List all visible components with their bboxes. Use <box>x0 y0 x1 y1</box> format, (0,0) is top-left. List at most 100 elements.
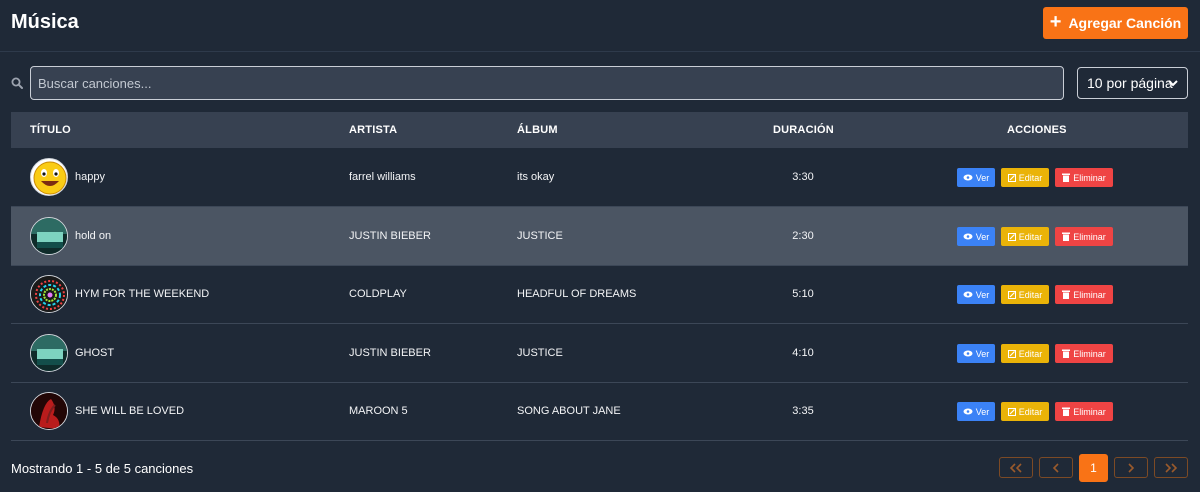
last-page-button[interactable] <box>1154 457 1188 478</box>
view-label: Ver <box>975 231 990 242</box>
song-duration: 2:30 <box>792 230 814 242</box>
table-row[interactable]: happy farrel williams its okay 3:30 Ver … <box>11 148 1188 207</box>
song-cover <box>30 392 68 430</box>
table-row[interactable]: GHOST JUSTIN BIEBER JUSTICE 4:10 Ver Edi… <box>11 324 1188 383</box>
previous-page-button[interactable] <box>1039 457 1073 478</box>
edit-label: Editar <box>1018 348 1043 359</box>
edit-icon <box>1007 407 1016 416</box>
song-artist: MAROON 5 <box>349 405 408 417</box>
search-icon <box>11 77 23 89</box>
edit-button[interactable]: Editar <box>1001 227 1049 246</box>
delete-button[interactable]: Eliminar <box>1055 227 1113 246</box>
add-song-label: Agregar Canción <box>1068 15 1182 31</box>
view-button[interactable]: Ver <box>957 168 995 187</box>
edit-button[interactable]: Editar <box>1001 344 1049 363</box>
song-cover <box>30 217 68 255</box>
song-title: HYM FOR THE WEEKEND <box>75 288 210 300</box>
search-input[interactable] <box>30 66 1064 100</box>
trash-icon <box>1062 173 1071 182</box>
song-title: happy <box>75 171 105 183</box>
song-cover <box>30 158 68 196</box>
pagination-summary: Mostrando 1 - 5 de 5 canciones <box>11 461 194 476</box>
song-album: JUSTICE <box>517 230 563 242</box>
view-button[interactable]: Ver <box>957 402 995 421</box>
delete-label: Eliminar <box>1073 289 1106 300</box>
song-artist: farrel williams <box>349 171 416 183</box>
delete-button[interactable]: Eliminar <box>1055 285 1113 304</box>
trash-icon <box>1062 349 1071 358</box>
song-title: GHOST <box>75 347 115 359</box>
edit-button[interactable]: Editar <box>1001 285 1049 304</box>
trash-icon <box>1062 232 1071 241</box>
eye-icon <box>963 408 973 415</box>
page-title: Música <box>11 11 79 33</box>
plus-icon: + <box>1049 11 1062 33</box>
column-actions: ACCIONES <box>1007 124 1067 136</box>
page-button-1[interactable]: 1 <box>1079 454 1108 482</box>
song-duration: 3:30 <box>792 171 814 183</box>
song-cover <box>30 334 68 372</box>
view-label: Ver <box>975 172 990 183</box>
per-page-select[interactable]: 10 por página <box>1077 67 1188 99</box>
double-chevron-left-icon <box>1009 462 1022 473</box>
song-artist: JUSTIN BIEBER <box>349 230 431 242</box>
trash-icon <box>1062 290 1071 299</box>
view-button[interactable]: Ver <box>957 227 995 246</box>
delete-button[interactable]: Eliminar <box>1055 402 1113 421</box>
table-row[interactable]: hold on JUSTIN BIEBER JUSTICE 2:30 Ver E… <box>11 207 1188 266</box>
delete-label: Eliminar <box>1073 231 1106 242</box>
song-artist: COLDPLAY <box>349 288 407 300</box>
trash-icon <box>1062 407 1071 416</box>
view-label: Ver <box>975 348 990 359</box>
next-page-button[interactable] <box>1114 457 1148 478</box>
chevron-left-icon <box>1052 462 1059 473</box>
column-album: ÁLBUM <box>517 124 558 136</box>
song-title: hold on <box>75 230 112 242</box>
delete-label: Eliminar <box>1073 348 1106 359</box>
song-album: its okay <box>517 171 555 183</box>
edit-label: Editar <box>1018 289 1043 300</box>
song-album: HEADFUL OF DREAMS <box>517 288 637 300</box>
edit-button[interactable]: Editar <box>1001 168 1049 187</box>
edit-icon <box>1007 349 1016 358</box>
song-artist: JUSTIN BIEBER <box>349 347 431 359</box>
eye-icon <box>963 291 973 298</box>
view-label: Ver <box>975 406 990 417</box>
delete-button[interactable]: Eliminar <box>1055 168 1113 187</box>
edit-label: Editar <box>1018 406 1043 417</box>
column-title: TÍTULO <box>30 124 71 136</box>
column-artist: ARTISTA <box>349 124 398 136</box>
delete-label: Eliminar <box>1073 172 1106 183</box>
page-header: Música + Agregar Canción <box>0 0 1200 52</box>
view-label: Ver <box>975 289 990 300</box>
table-header: TÍTULO ARTISTA ÁLBUM DURACIÓN ACCIONES <box>11 112 1188 148</box>
edit-icon <box>1007 290 1016 299</box>
song-duration: 5:10 <box>792 288 814 300</box>
column-duration: DURACIÓN <box>773 124 834 136</box>
first-page-button[interactable] <box>999 457 1033 478</box>
chevron-right-icon <box>1128 462 1135 473</box>
edit-label: Editar <box>1018 231 1043 242</box>
edit-icon <box>1007 173 1016 182</box>
song-album: JUSTICE <box>517 347 563 359</box>
edit-button[interactable]: Editar <box>1001 402 1049 421</box>
delete-label: Eliminar <box>1073 406 1106 417</box>
song-album: SONG ABOUT JANE <box>517 405 621 417</box>
eye-icon <box>963 233 973 240</box>
table-row[interactable]: SHE WILL BE LOVED MAROON 5 SONG ABOUT JA… <box>11 382 1188 441</box>
song-cover <box>30 275 68 313</box>
double-chevron-right-icon <box>1165 462 1178 473</box>
view-button[interactable]: Ver <box>957 344 995 363</box>
view-button[interactable]: Ver <box>957 285 995 304</box>
table-row[interactable]: HYM FOR THE WEEKEND COLDPLAY HEADFUL OF … <box>11 265 1188 324</box>
chevron-down-icon <box>1168 80 1178 87</box>
add-song-button[interactable]: + Agregar Canción <box>1043 7 1188 39</box>
eye-icon <box>963 350 973 357</box>
song-duration: 4:10 <box>792 347 814 359</box>
song-duration: 3:35 <box>792 405 814 417</box>
song-title: SHE WILL BE LOVED <box>75 405 185 417</box>
per-page-value: 10 por página <box>1087 75 1173 91</box>
edit-icon <box>1007 232 1016 241</box>
delete-button[interactable]: Eliminar <box>1055 344 1113 363</box>
edit-label: Editar <box>1018 172 1043 183</box>
